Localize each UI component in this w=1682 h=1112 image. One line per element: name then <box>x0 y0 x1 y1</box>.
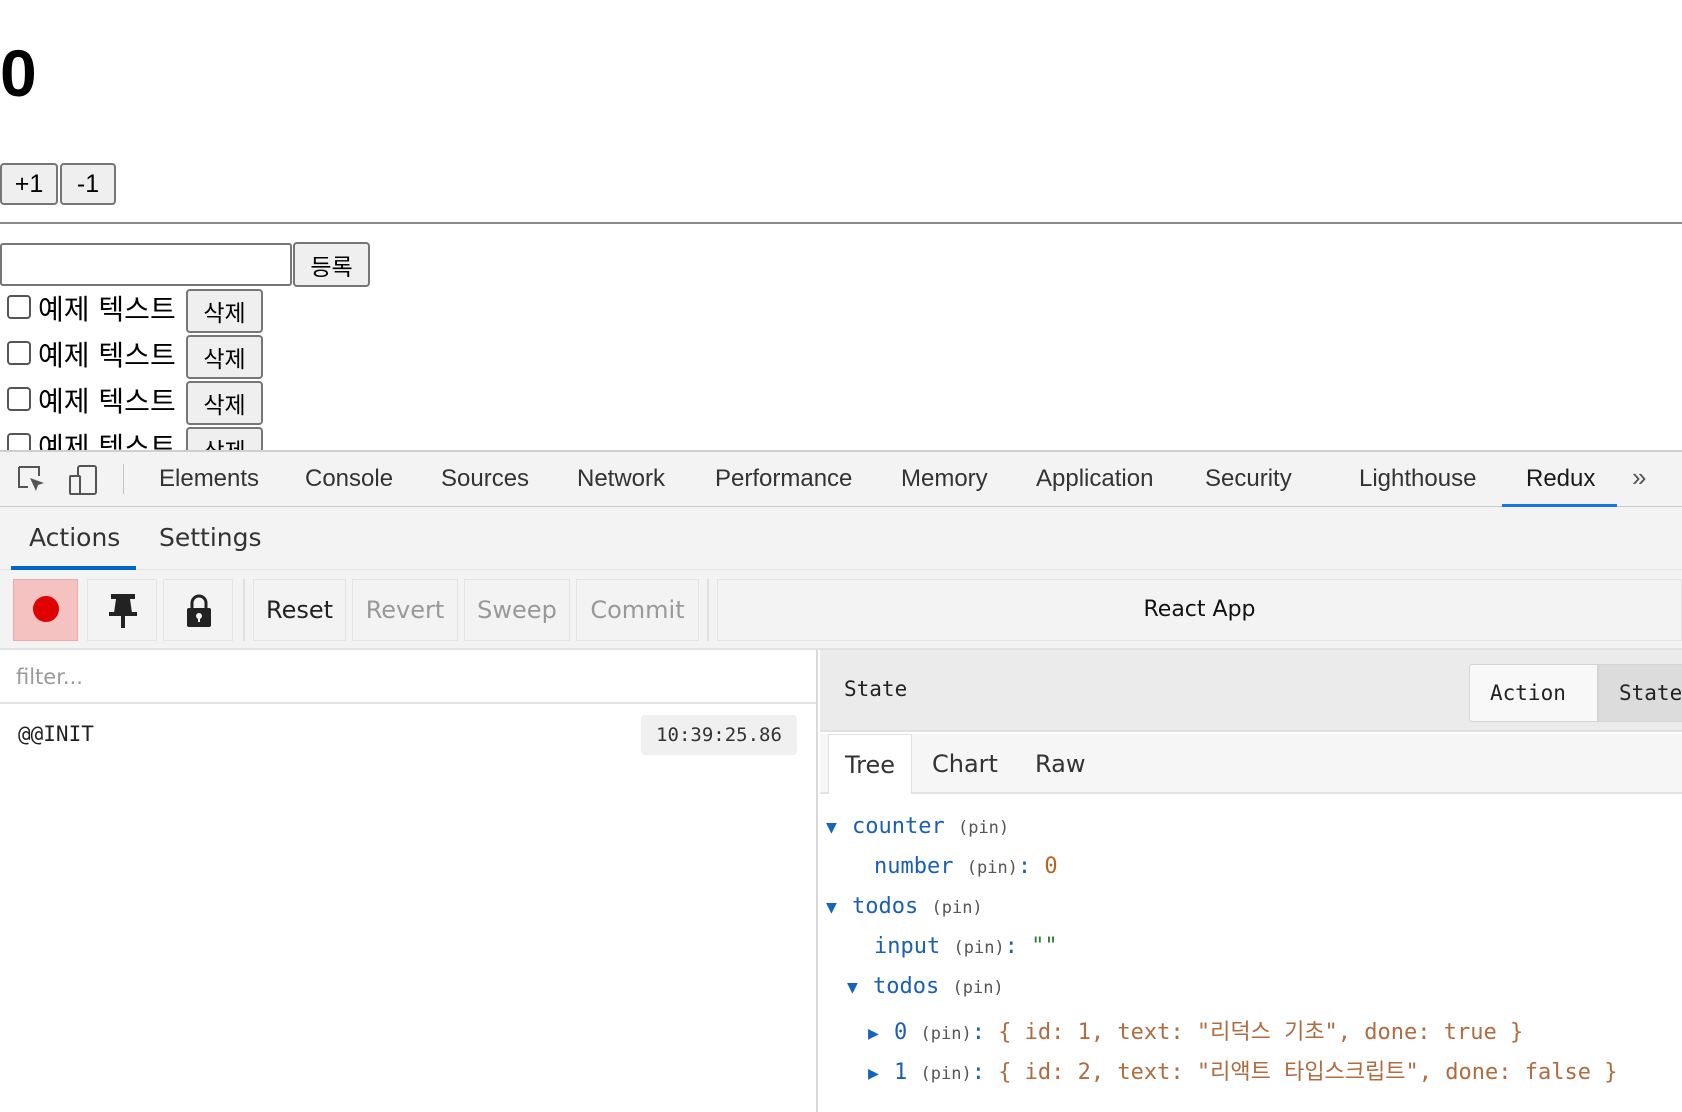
tree-node-item-1[interactable]: ▶ 1 (pin): { id: 2, text: "리액트 타입스크립트", d… <box>868 1054 1617 1085</box>
filter-bar <box>0 650 816 704</box>
todo-checkbox[interactable] <box>7 295 31 319</box>
tab-sources[interactable]: Sources <box>441 465 529 493</box>
redux-tab-bar: Actions Settings <box>0 507 1682 570</box>
todo-text: 예제 텍스트 <box>38 339 176 372</box>
revert-button[interactable]: Revert <box>352 579 458 641</box>
tab-security[interactable]: Security <box>1205 465 1292 493</box>
action-list-item[interactable]: @@INIT 10:39:25.86 <box>0 704 816 764</box>
tab-chart[interactable]: Chart <box>932 734 998 794</box>
state-tree: ▼ counter (pin) number (pin): 0 ▼ todos (p… <box>820 794 1682 1112</box>
tab-raw[interactable]: Raw <box>1035 734 1085 794</box>
delete-button[interactable]: 삭제 <box>186 335 263 379</box>
inspect-element-icon[interactable] <box>16 464 48 496</box>
action-list-pane: @@INIT 10:39:25.86 <box>0 650 818 1112</box>
collapsed-arrow-icon[interactable]: ▶ <box>868 1023 894 1044</box>
tab-redux[interactable]: Redux <box>1526 465 1595 493</box>
view-tab-bar: Tree Chart Raw <box>820 734 1682 794</box>
chevron-double-right-icon[interactable]: » <box>1632 462 1646 493</box>
todo-checkbox[interactable] <box>7 433 31 450</box>
lock-button[interactable] <box>163 579 233 641</box>
inspector-title: State <box>844 677 908 701</box>
divider <box>0 222 1682 224</box>
reset-button[interactable]: Reset <box>253 579 346 641</box>
tree-node-input: input (pin): "" <box>874 934 1058 959</box>
action-name: @@INIT <box>18 722 94 746</box>
instance-selector[interactable]: React App <box>717 579 1682 641</box>
tab-settings[interactable]: Settings <box>159 523 262 552</box>
separator <box>123 464 124 494</box>
decrement-button[interactable]: -1 <box>60 163 116 205</box>
action-timestamp: 10:39:25.86 <box>641 715 797 755</box>
tree-node-counter[interactable]: ▼ counter (pin) <box>826 814 1009 844</box>
increment-button[interactable]: +1 <box>0 163 58 205</box>
delete-button[interactable]: 삭제 <box>186 381 263 425</box>
app-page: 0 +1 -1 등록 예제 텍스트 삭제 예제 텍스트 삭제 예제 텍스트 삭제… <box>0 0 1682 450</box>
tab-console[interactable]: Console <box>305 465 393 493</box>
todo-text: 예제 텍스트 <box>38 293 176 326</box>
todo-item: 예제 텍스트 삭제 <box>0 379 300 425</box>
register-button[interactable]: 등록 <box>293 242 370 287</box>
tab-actions[interactable]: Actions <box>29 523 120 552</box>
counter-value: 0 <box>0 36 37 110</box>
tab-memory[interactable]: Memory <box>901 465 988 493</box>
delete-button[interactable]: 삭제 <box>186 427 263 450</box>
inspector-pane: State Action State Tree Chart Raw ▼ count… <box>820 650 1682 1112</box>
device-toolbar-icon[interactable] <box>68 464 100 496</box>
collapsed-arrow-icon[interactable]: ▶ <box>868 1063 894 1084</box>
todo-checkbox[interactable] <box>7 341 31 365</box>
filter-input[interactable] <box>16 660 796 694</box>
expanded-arrow-icon[interactable]: ▼ <box>826 817 852 838</box>
devtools-panel: Elements Console Sources Network Perform… <box>0 450 1682 1112</box>
delete-button[interactable]: 삭제 <box>186 289 263 333</box>
mode-state-button[interactable]: State <box>1598 664 1682 722</box>
separator <box>243 579 245 641</box>
tab-application[interactable]: Application <box>1036 465 1153 493</box>
expanded-arrow-icon[interactable]: ▼ <box>826 897 852 918</box>
tree-node-item-0[interactable]: ▶ 0 (pin): { id: 1, text: "리덕스 기초", done:… <box>868 1014 1523 1045</box>
tab-performance[interactable]: Performance <box>715 465 852 493</box>
tab-network[interactable]: Network <box>577 465 665 493</box>
redux-toolbar: Reset Revert Sweep Commit React App <box>0 570 1682 650</box>
separator <box>707 579 709 641</box>
devtools-tab-bar: Elements Console Sources Network Perform… <box>0 452 1682 507</box>
todo-item: 예제 텍스트 삭제 <box>0 425 300 450</box>
tree-node-number: number (pin): 0 <box>874 854 1058 879</box>
inspector-header: State Action State <box>820 650 1682 732</box>
todo-item: 예제 텍스트 삭제 <box>0 287 300 333</box>
tab-elements[interactable]: Elements <box>159 465 259 493</box>
expanded-arrow-icon[interactable]: ▼ <box>847 977 873 998</box>
tree-node-todos[interactable]: ▼ todos (pin) <box>826 894 983 924</box>
todo-text: 예제 텍스트 <box>38 431 176 450</box>
record-button[interactable] <box>13 579 78 641</box>
todo-item: 예제 텍스트 삭제 <box>0 333 300 379</box>
pin-button[interactable] <box>87 579 157 641</box>
tab-lighthouse[interactable]: Lighthouse <box>1359 465 1476 493</box>
mode-action-button[interactable]: Action <box>1469 664 1598 722</box>
todo-checkbox[interactable] <box>7 387 31 411</box>
lock-icon <box>187 594 211 627</box>
record-icon <box>33 596 59 622</box>
pin-icon <box>109 594 137 628</box>
tab-tree[interactable]: Tree <box>828 734 912 794</box>
todo-input[interactable] <box>0 243 292 286</box>
tree-node-todos-list[interactable]: ▼ todos (pin) <box>847 974 1004 1004</box>
commit-button[interactable]: Commit <box>576 579 699 641</box>
sweep-button[interactable]: Sweep <box>464 579 570 641</box>
todo-text: 예제 텍스트 <box>38 385 176 418</box>
